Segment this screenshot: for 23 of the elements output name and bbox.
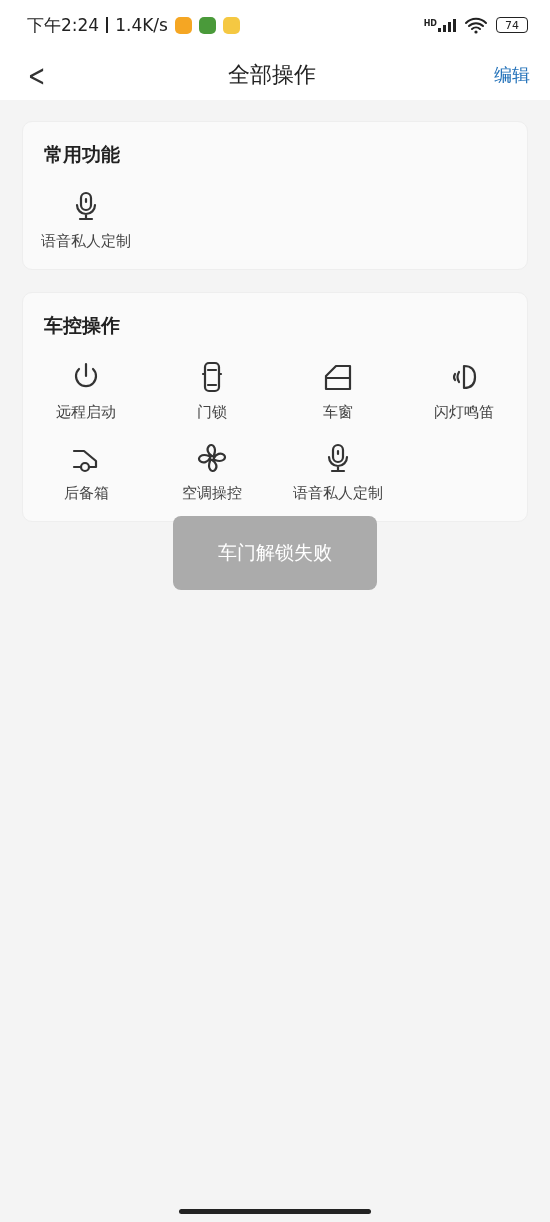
network-speed: 1.4K/s [115,15,168,35]
toast-message: 车门解锁失败 [173,516,377,590]
app-notification-icon [198,16,216,34]
app-notification-icon [174,16,192,34]
section-title: 常用功能 [43,142,121,167]
control-tile[interactable]: 车窗 [275,355,401,426]
control-tile[interactable]: 闪灯鸣笛 [401,355,527,426]
separator-bar [106,17,109,33]
clock-time: 下午2:24 [27,13,100,37]
control-tile[interactable]: 远程启动 [23,355,149,426]
hd-label: HD [423,18,437,28]
app-notification-icon [222,16,240,34]
control-tile[interactable]: 语音私人定制 [275,436,401,507]
wifi-icon [464,16,488,34]
control-tile[interactable]: 语音私人定制 [23,184,149,255]
control-tile[interactable]: 门锁 [149,355,275,426]
page-title: 全部操作 [227,61,316,89]
battery-icon: 74 [496,17,528,33]
edit-button[interactable]: 编辑 [494,63,530,87]
back-button[interactable]: < [27,57,46,93]
control-tile[interactable]: 后备箱 [23,436,149,507]
control-tile[interactable]: 空调操控 [149,436,275,507]
section-title: 车控操作 [43,313,121,338]
